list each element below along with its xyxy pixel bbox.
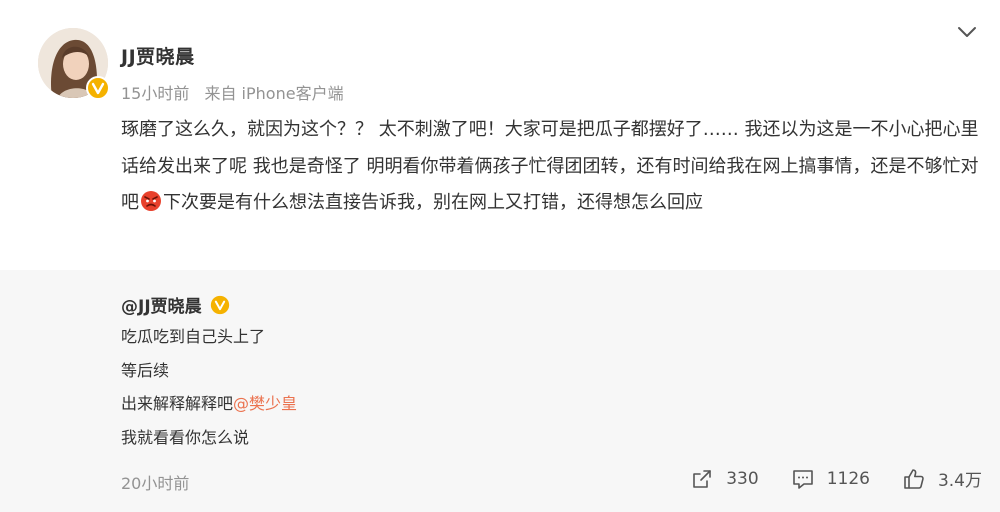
quote-author[interactable]: @JJ贾晓晨 (121, 292, 230, 317)
avatar[interactable] (38, 28, 110, 100)
post-meta: 15小时前 来自 iPhone客户端 (121, 80, 354, 104)
comment-count: 1126 (826, 468, 870, 489)
comment-button[interactable]: 1126 (791, 467, 870, 491)
quote-author-name[interactable]: @JJ贾晓晨 (121, 292, 202, 317)
post-text-part-2: 下次要是有什么想法直接告诉我，别在网上又打错，还得想怎么回应 (163, 192, 703, 213)
repost-icon (693, 469, 712, 488)
quote-text: 吃瓜吃到自己头上了 等后续 出来解释解释吧@樊少皇 我就看看你怎么说 (121, 320, 297, 454)
like-button[interactable]: 3.4万 (902, 466, 982, 491)
repost-count: 330 (726, 468, 759, 489)
quote-time[interactable]: 20小时前 (121, 470, 189, 494)
action-bar: 330 1126 3.4万 (658, 466, 982, 491)
quote-line-3-text: 出来解释解释吧 (121, 394, 234, 413)
weibo-post: JJ贾晓晨 15小时前 来自 iPhone客户端 琢磨了这么久，就因为这个？？ … (0, 0, 1000, 512)
comment-icon (792, 469, 813, 489)
repost-button[interactable]: 330 (690, 467, 759, 491)
angry-face-emoji-icon (141, 191, 161, 211)
quote-line-3: 出来解释解释吧@樊少皇 (121, 387, 297, 421)
verified-badge-icon (86, 76, 110, 100)
post-text: 琢磨了这么久，就因为这个？？ 太不刺激了吧！大家可是把瓜子都摆好了…… 我还以为… (121, 112, 983, 222)
post-source: 来自 iPhone客户端 (204, 84, 344, 103)
author-name[interactable]: JJ贾晓晨 (121, 42, 195, 69)
like-count: 3.4万 (937, 471, 982, 491)
quote-line-1: 吃瓜吃到自己头上了 (121, 327, 266, 346)
like-icon (904, 468, 924, 489)
chevron-down-icon[interactable] (956, 24, 978, 40)
quote-line-4: 我就看看你怎么说 (121, 427, 250, 447)
mention-link[interactable]: @樊少皇 (233, 394, 297, 413)
verified-badge-icon (210, 295, 229, 314)
quoted-post[interactable]: @JJ贾晓晨 吃瓜吃到自己头上了 等后续 出来解释解释吧@樊少皇 我就看看你怎么… (0, 270, 1000, 512)
quote-line-2: 等后续 (121, 360, 170, 380)
post-time[interactable]: 15小时前 (121, 84, 189, 103)
